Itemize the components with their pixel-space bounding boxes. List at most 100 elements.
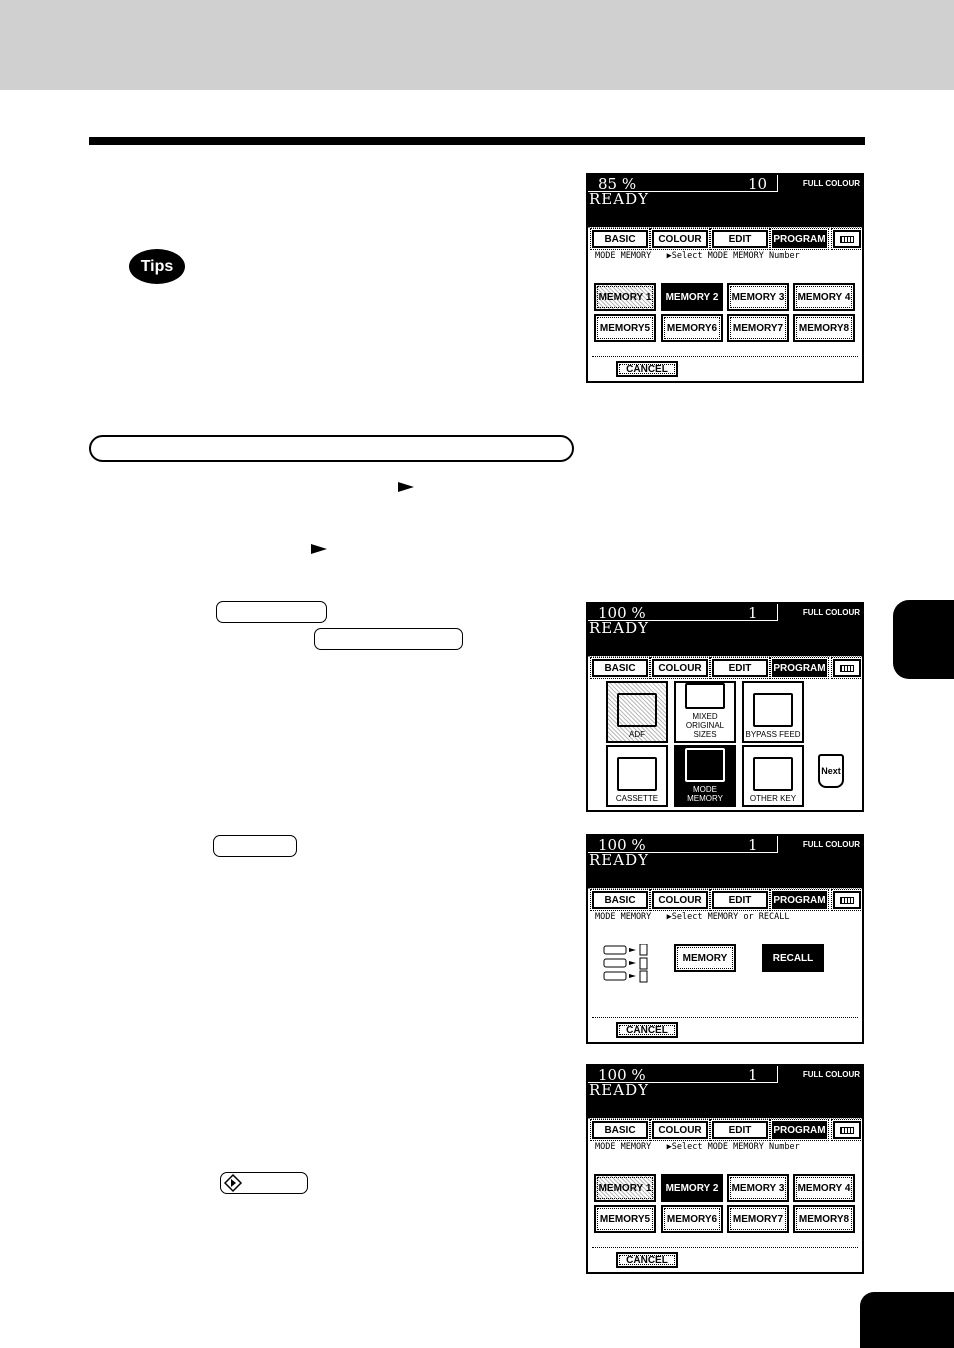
colour-mode: FULL COLOUR: [802, 1070, 860, 1079]
tab-program[interactable]: PROGRAM: [770, 1119, 829, 1141]
key-outline: [213, 835, 297, 857]
memory-button-6[interactable]: MEMORY6: [661, 1205, 723, 1233]
tab-row: BASIC COLOUR EDIT PROGRAM: [588, 656, 862, 679]
touch-panel-screen: 100 % 1 FULL COLOUR READY BASIC COLOUR EDIT PRO…: [586, 602, 864, 812]
next-button[interactable]: Next: [818, 754, 844, 788]
title-rule: [89, 137, 865, 145]
copy-count: 1: [748, 836, 758, 854]
cancel-button[interactable]: CANCEL: [616, 1022, 678, 1038]
memory-button-8[interactable]: MEMORY8: [793, 314, 855, 342]
keyboard-icon[interactable]: [831, 1119, 862, 1141]
tab-basic[interactable]: BASIC: [590, 657, 650, 679]
mode-memory-label: MODE MEMORY: [687, 785, 723, 803]
memory-button-6[interactable]: MEMORY6: [661, 314, 723, 342]
keyboard-icon[interactable]: [831, 657, 862, 679]
memory-button-7[interactable]: MEMORY7: [727, 314, 789, 342]
memory-button-4[interactable]: MEMORY 4: [793, 283, 855, 311]
tab-basic[interactable]: BASIC: [590, 228, 650, 250]
divider: [592, 1247, 858, 1248]
start-icon: [223, 1173, 243, 1193]
tab-row: BASIC COLOUR EDIT PROGRAM: [588, 1118, 862, 1141]
memory-button-2[interactable]: MEMORY 2: [661, 283, 723, 311]
mixed-original-sizes-label: MIXED ORIGINAL SIZES: [685, 712, 725, 739]
memory-button-4[interactable]: MEMORY 4: [793, 1174, 855, 1202]
copy-count: 1: [748, 1066, 758, 1084]
bypass-feed-icon: [753, 693, 793, 727]
tab-colour[interactable]: COLOUR: [650, 657, 710, 679]
memory-button-1[interactable]: MEMORY 1: [594, 283, 656, 311]
mode-memory-button[interactable]: MODE MEMORY: [674, 745, 736, 807]
copy-count: 10: [748, 175, 768, 193]
tab-row: BASIC COLOUR EDIT PROGRAM: [588, 888, 862, 911]
tab-edit[interactable]: EDIT: [710, 1119, 770, 1141]
status-bar: 100 % 1 FULL COLOUR READY: [588, 836, 862, 888]
mode-memory-icon: [685, 748, 725, 782]
other-key-label: OTHER KEY: [749, 794, 797, 803]
bypass-feed-button[interactable]: BYPASS FEED: [742, 681, 804, 743]
other-key-button[interactable]: OTHER KEY: [742, 745, 804, 807]
arrow-marker-icon: [398, 482, 414, 492]
divider: [592, 356, 858, 357]
cassette-label: CASSETTE: [615, 794, 659, 803]
tab-basic[interactable]: BASIC: [590, 889, 650, 911]
memory-button-3[interactable]: MEMORY 3: [727, 283, 789, 311]
tab-program[interactable]: PROGRAM: [770, 889, 829, 911]
memory-button-7[interactable]: MEMORY7: [727, 1205, 789, 1233]
tab-colour[interactable]: COLOUR: [650, 1119, 710, 1141]
touch-panel-screen: 100 % 1 FULL COLOUR READY BASIC COLOUR EDIT PRO…: [586, 1064, 864, 1274]
cancel-button[interactable]: CANCEL: [616, 361, 678, 377]
copy-count: 1: [748, 604, 758, 622]
tab-row: BASIC COLOUR EDIT PROGRAM: [588, 227, 862, 250]
memory-button[interactable]: MEMORY: [674, 944, 736, 972]
keyboard-icon[interactable]: [831, 228, 862, 250]
instruction-text: MODE MEMORY ▶Select MEMORY or RECALL: [595, 912, 790, 922]
recall-button[interactable]: RECALL: [762, 944, 824, 972]
tab-program[interactable]: PROGRAM: [770, 657, 829, 679]
colour-mode: FULL COLOUR: [802, 608, 860, 617]
cassette-icon: [617, 757, 657, 791]
tab-edit[interactable]: EDIT: [710, 657, 770, 679]
colour-mode: FULL COLOUR: [802, 179, 860, 188]
start-key-outline: [220, 1172, 308, 1194]
tab-program[interactable]: PROGRAM: [770, 228, 829, 250]
page-number-box: [860, 1292, 954, 1348]
divider: [592, 1017, 858, 1018]
status-bar: 100 % 1 FULL COLOUR READY: [588, 1066, 862, 1118]
key-outline: [216, 601, 327, 623]
status-bar: 100 % 1 FULL COLOUR READY: [588, 604, 862, 656]
mode-memory-icon: [602, 943, 650, 988]
tab-colour[interactable]: COLOUR: [650, 889, 710, 911]
status-text: READY: [589, 1081, 650, 1099]
mixed-original-sizes-button[interactable]: MIXED ORIGINAL SIZES: [674, 681, 736, 743]
status-text: READY: [589, 619, 650, 637]
memory-button-1[interactable]: MEMORY 1: [594, 1174, 656, 1202]
cancel-button[interactable]: CANCEL: [616, 1252, 678, 1268]
tips-badge: Tips: [129, 249, 185, 284]
tab-edit[interactable]: EDIT: [710, 228, 770, 250]
memory-button-8[interactable]: MEMORY8: [793, 1205, 855, 1233]
tab-edit[interactable]: EDIT: [710, 889, 770, 911]
adf-icon: [617, 693, 657, 727]
status-text: READY: [589, 851, 650, 869]
memory-button-5[interactable]: MEMORY5: [594, 1205, 656, 1233]
tab-colour[interactable]: COLOUR: [650, 228, 710, 250]
status-text: READY: [589, 190, 650, 208]
tab-basic[interactable]: BASIC: [590, 1119, 650, 1141]
chapter-tab: [893, 600, 954, 679]
instruction-text: MODE MEMORY ▶Select MODE MEMORY Number: [595, 251, 800, 261]
colour-mode: FULL COLOUR: [802, 840, 860, 849]
section-heading-box: [89, 435, 574, 462]
instruction-text: MODE MEMORY ▶Select MODE MEMORY Number: [595, 1142, 800, 1152]
header-band: [0, 0, 954, 90]
memory-button-3[interactable]: MEMORY 3: [727, 1174, 789, 1202]
cassette-button[interactable]: CASSETTE: [606, 745, 668, 807]
memory-button-2[interactable]: MEMORY 2: [661, 1174, 723, 1202]
touch-panel-screen: 100 % 1 FULL COLOUR READY BASIC COLOUR EDIT PRO…: [586, 834, 864, 1044]
memory-button-5[interactable]: MEMORY5: [594, 314, 656, 342]
adf-label: ADF: [629, 730, 645, 739]
mixed-sizes-icon: [685, 683, 725, 709]
touch-panel-screen: 85 % 10 FULL COLOUR READY BASIC COLOUR EDIT PRO…: [586, 173, 864, 383]
arrow-marker-icon: [311, 544, 327, 554]
adf-button[interactable]: ADF: [606, 681, 668, 743]
keyboard-icon[interactable]: [831, 889, 862, 911]
